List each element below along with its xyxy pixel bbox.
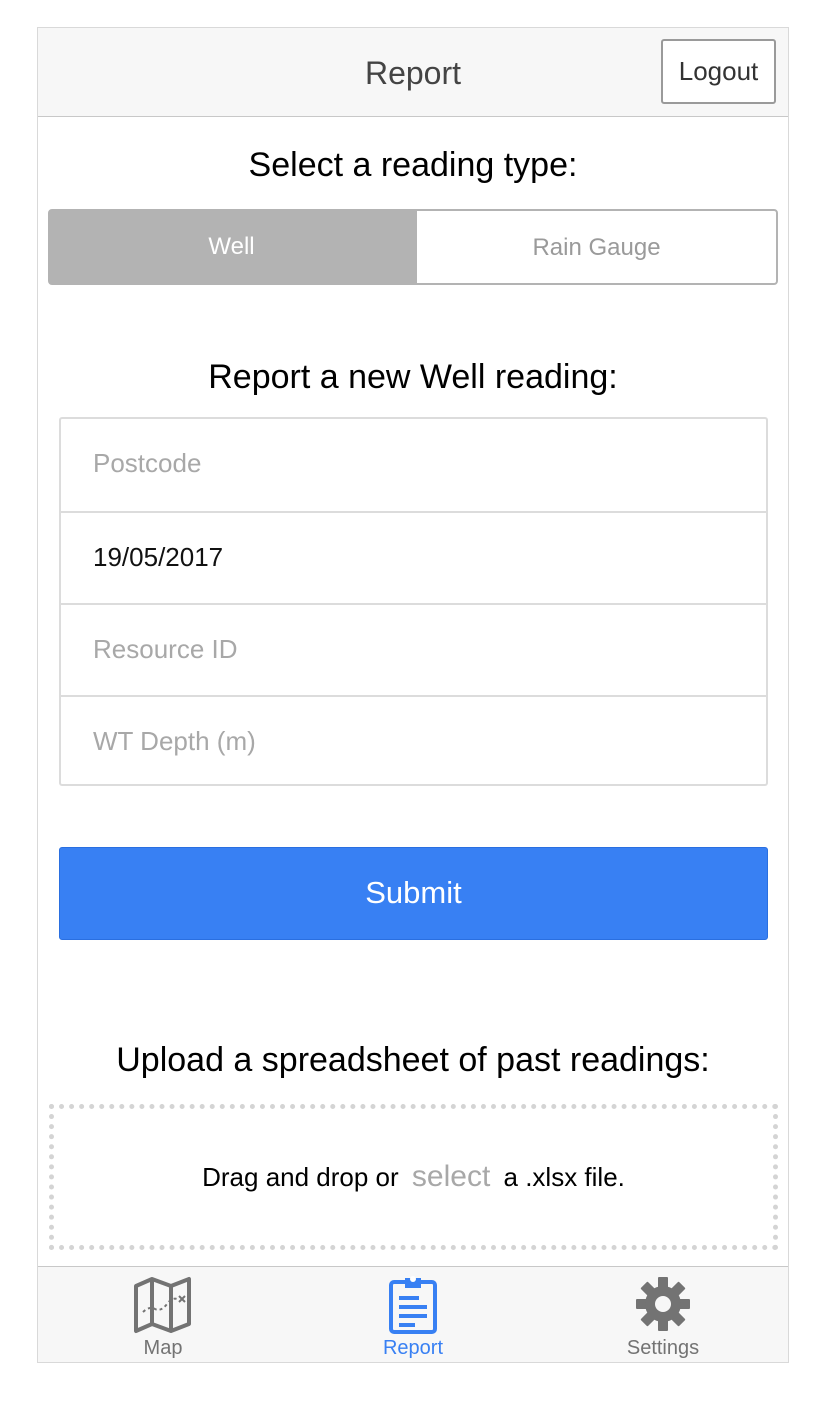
logout-button[interactable]: Logout (661, 39, 776, 104)
map-icon (134, 1277, 191, 1333)
wt-depth-row (61, 695, 766, 785)
select-file-link[interactable]: select (412, 1160, 490, 1193)
date-row (61, 511, 766, 603)
resource-id-row (61, 603, 766, 695)
app-screen: Report Logout Select a reading type: Wel… (37, 27, 789, 1363)
gear-icon (636, 1277, 690, 1331)
dropzone-text-after: a .xlsx file. (503, 1162, 625, 1192)
resource-id-input[interactable] (93, 605, 743, 693)
segment-well[interactable]: Well (48, 209, 415, 285)
reading-type-heading: Select a reading type: (248, 146, 578, 184)
postcode-row (61, 419, 766, 511)
upload-heading: Upload a spreadsheet of past readings: (116, 1041, 710, 1079)
postcode-input[interactable] (93, 419, 743, 507)
submit-button[interactable]: Submit (59, 847, 768, 940)
dropzone-text-before: Drag and drop or (202, 1162, 399, 1192)
tab-map[interactable]: Map (38, 1267, 288, 1362)
report-form-heading: Report a new Well reading: (208, 358, 618, 396)
clipboard-icon (389, 1276, 437, 1334)
file-dropzone[interactable]: Drag and drop or select a .xlsx file. (49, 1104, 778, 1250)
nav-header: Report Logout (38, 28, 788, 117)
tab-bar: Map Report Settings (38, 1266, 788, 1362)
wt-depth-input[interactable] (93, 697, 743, 785)
date-input[interactable] (93, 513, 743, 601)
segment-rain-gauge[interactable]: Rain Gauge (415, 209, 778, 285)
reading-form (59, 417, 768, 786)
tab-report-label: Report (382, 1337, 444, 1359)
tab-report[interactable]: Report (288, 1267, 538, 1362)
tab-settings[interactable]: Settings (538, 1267, 788, 1362)
tab-settings-label: Settings (626, 1337, 700, 1359)
tab-map-label: Map (143, 1337, 183, 1359)
